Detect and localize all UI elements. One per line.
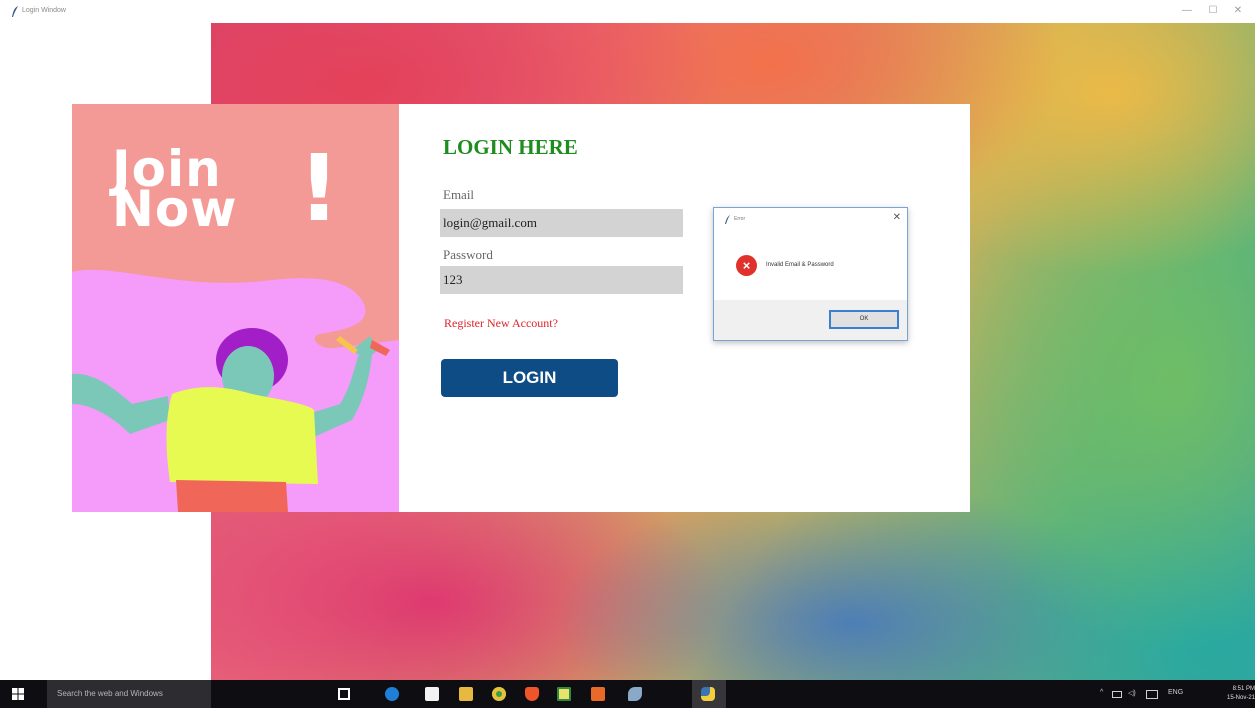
minimize-button[interactable]: — (1177, 5, 1197, 16)
close-window-button[interactable]: ✕ (1228, 5, 1248, 16)
messagebox-close-button[interactable]: ✕ (893, 212, 901, 223)
error-message: Invalid Email & Password (766, 262, 834, 268)
window-titlebar: Login Window — ☐ ✕ (0, 0, 1255, 24)
feather-icon (12, 6, 18, 17)
ok-button[interactable]: OK (829, 310, 899, 329)
network-icon[interactable] (1112, 691, 1122, 698)
notepad-icon[interactable] (557, 687, 571, 701)
password-label: Password (443, 247, 493, 262)
file-explorer-icon[interactable] (459, 687, 473, 701)
volume-icon[interactable]: ◁) (1128, 689, 1136, 697)
login-button[interactable]: LOGIN (441, 359, 618, 397)
password-input[interactable] (440, 266, 683, 294)
notification-icon[interactable] (1146, 690, 1158, 699)
register-link[interactable]: Register New Account? (444, 316, 558, 331)
taskbar: Search the web and Windows ^ ◁) ENG 8:51… (0, 680, 1255, 708)
windows-start-icon[interactable] (12, 688, 24, 700)
error-messagebox: Error ✕ × Invalid Email & Password OK (713, 207, 908, 341)
maximize-button[interactable]: ☐ (1203, 5, 1223, 16)
window-title: Login Window (22, 7, 66, 14)
messagebox-footer: OK (714, 300, 907, 340)
now-word: Now (112, 180, 238, 238)
join-now-text: Join Now ! (112, 143, 340, 238)
clock-date: 15-Nov-21 (1227, 695, 1255, 701)
store-icon[interactable] (425, 687, 439, 701)
tray-chevron-icon[interactable]: ^ (1100, 689, 1103, 696)
taskbar-clock[interactable]: 8:51 PM 15-Nov-21 (1227, 685, 1255, 703)
feather-icon (725, 215, 730, 224)
login-heading: LOGIN HERE (443, 135, 578, 159)
language-indicator[interactable]: ENG (1168, 689, 1183, 696)
join-now-illustration: Join Now ! (72, 104, 399, 512)
screen: Login Window — ☐ ✕ Join Now ! LOGIN HERE… (0, 0, 1255, 708)
messagebox-title: Error (734, 216, 746, 222)
taskbar-search-box[interactable]: Search the web and Windows (47, 680, 211, 708)
chrome-icon[interactable] (492, 687, 506, 701)
search-placeholder: Search the web and Windows (57, 689, 163, 698)
messagebox-titlebar: Error ✕ (714, 208, 907, 230)
email-label: Email (443, 187, 475, 202)
email-input[interactable] (440, 209, 683, 237)
feather-app-icon[interactable] (628, 687, 642, 701)
python-icon[interactable] (701, 687, 715, 701)
task-view-icon[interactable] (338, 688, 350, 700)
office-icon[interactable] (591, 687, 605, 701)
exclamation-mark: ! (298, 135, 341, 242)
brave-icon[interactable] (525, 687, 539, 701)
clock-time: 8:51 PM (1232, 686, 1255, 692)
edge-icon[interactable] (385, 687, 399, 701)
error-icon: × (736, 255, 757, 276)
